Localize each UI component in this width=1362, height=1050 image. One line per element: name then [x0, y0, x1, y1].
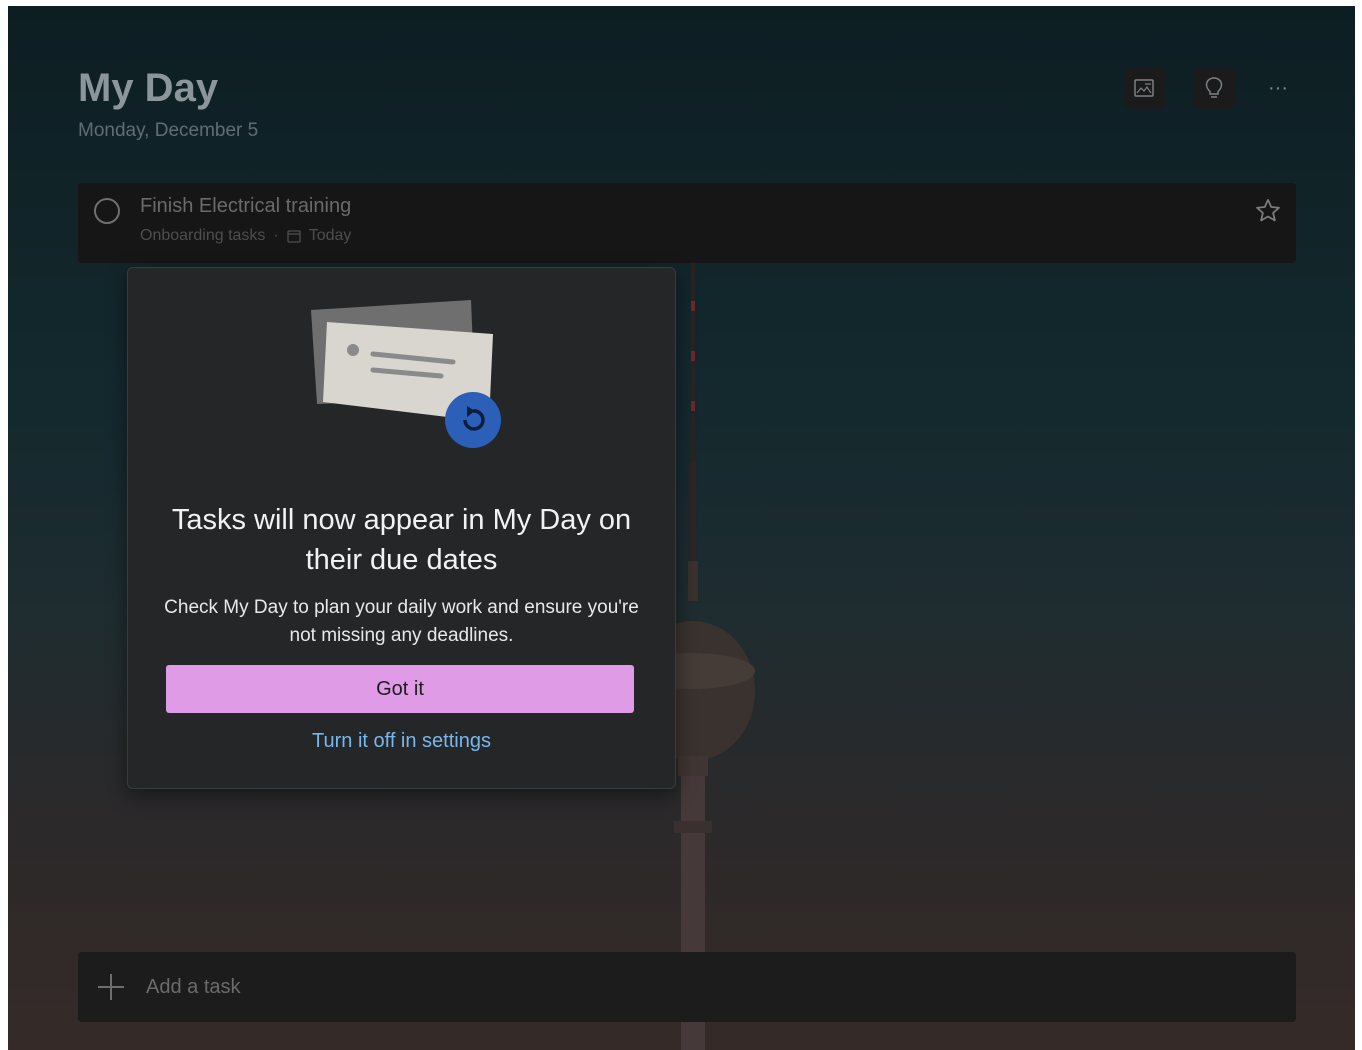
background-icon: [1134, 79, 1154, 97]
meta-separator: ·: [273, 227, 279, 244]
task-list-name: Onboarding tasks: [140, 227, 266, 244]
app-window: My Day Monday, December 5 ··· Finish Ele…: [8, 6, 1355, 1050]
suggestions-button[interactable]: [1193, 67, 1235, 109]
toolbar: ···: [1123, 67, 1293, 109]
background-button[interactable]: [1123, 67, 1165, 109]
page-title: My Day: [78, 66, 219, 110]
page-date: Monday, December 5: [78, 120, 259, 141]
task-title: Finish Electrical training: [140, 195, 352, 217]
got-it-button[interactable]: Got it: [166, 665, 634, 713]
task-meta: Onboarding tasks · Today: [140, 227, 351, 245]
popup-heading: Tasks will now appear in My Day on their…: [171, 504, 632, 576]
more-icon: ···: [1268, 76, 1288, 99]
popup-body: Check My Day to plan your daily work and…: [164, 597, 639, 646]
add-task-input[interactable]: Add a task: [78, 952, 1296, 1022]
task-due-date: Today: [308, 227, 352, 244]
my-day-teaching-popup: Tasks will now appear in My Day on their…: [127, 267, 676, 789]
lightbulb-icon: [1205, 77, 1223, 98]
turn-off-in-settings-link[interactable]: Turn it off in settings: [128, 730, 675, 753]
calendar-icon: [287, 230, 301, 243]
add-task-placeholder: Add a task: [146, 975, 241, 998]
task-item[interactable]: Finish Electrical training Onboarding ta…: [78, 183, 1296, 263]
page-header: My Day Monday, December 5: [78, 66, 258, 142]
star-icon[interactable]: [1254, 197, 1282, 225]
plus-icon: [98, 974, 124, 1000]
more-options-button[interactable]: ···: [1263, 67, 1293, 109]
cards-illustration: [311, 300, 501, 448]
complete-task-checkbox[interactable]: [94, 198, 120, 224]
